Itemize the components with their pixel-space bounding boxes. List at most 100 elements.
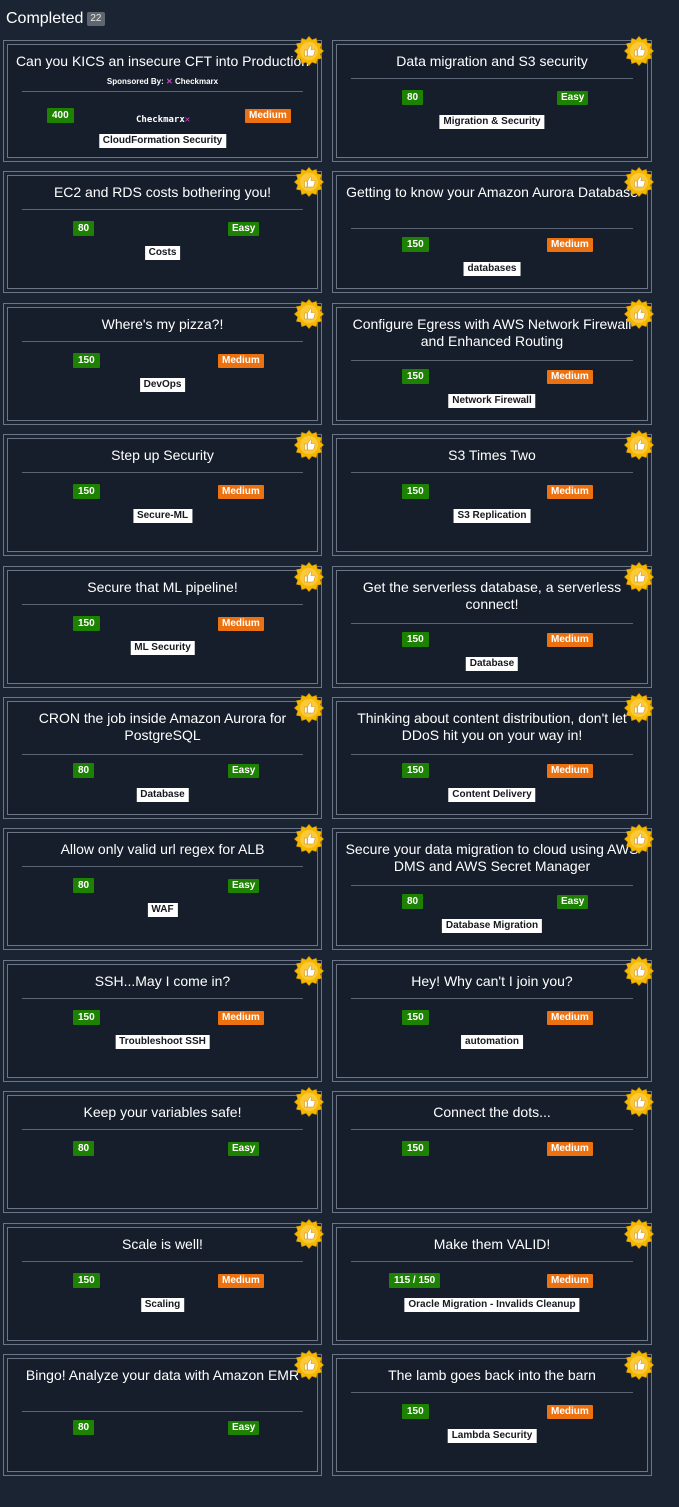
challenge-card[interactable]: Configure Egress with AWS Network Firewa… [332, 298, 654, 425]
challenge-card[interactable]: Getting to know your Amazon Aurora Datab… [332, 167, 654, 294]
challenge-card[interactable]: Make them VALID! 115 / 150 Medium Oracle Mi… [332, 1218, 654, 1345]
challenge-title: Bingo! Analyze your data with Amazon EMR [25, 1366, 300, 1383]
points-badge: 150 [73, 352, 100, 368]
challenge-card[interactable]: Get the serverless database, a serverles… [332, 561, 654, 688]
difficulty-badge: Easy [557, 895, 589, 910]
divider [22, 997, 303, 999]
challenge-title: The lamb goes back into the barn [388, 1366, 596, 1383]
category-tag: Troubleshoot SSH [115, 1034, 210, 1049]
challenge-card[interactable]: Data migration and S3 security 80 Easy Migr… [332, 36, 654, 162]
challenge-card-body: Can you KICS an insecure CFT into Produc… [7, 44, 318, 158]
completed-badge-icon [294, 561, 324, 592]
challenge-card[interactable]: Can you KICS an insecure CFT into Produc… [3, 36, 324, 162]
section-header: Completed 22 [6, 8, 105, 30]
challenge-card-body: The lamb goes back into the barn 150 Mediu… [336, 1357, 648, 1472]
divider [22, 1129, 303, 1131]
difficulty-badge: Medium [245, 109, 291, 123]
difficulty-badge: Easy [228, 222, 260, 237]
points-badge: 80 [73, 221, 95, 237]
difficulty-badge: Medium [547, 369, 593, 384]
challenge-card-body: Keep your variables safe! 80 Easy [7, 1095, 318, 1210]
category-tag: Migration & Security [439, 115, 545, 129]
points-badge: 150 [402, 1403, 429, 1419]
points-badge: 150 [402, 484, 429, 500]
challenge-title: Step up Security [111, 447, 214, 464]
divider [351, 359, 633, 361]
completed-badge-icon [294, 955, 324, 986]
completed-badge-icon [294, 692, 324, 723]
difficulty-badge: Medium [218, 353, 264, 368]
challenge-card-body: Getting to know your Amazon Aurora Datab… [336, 175, 648, 290]
difficulty-badge: Medium [218, 616, 264, 631]
divider [351, 1260, 633, 1262]
challenge-card-body: EC2 and RDS costs bothering you! 80 Easy Co… [7, 175, 318, 290]
challenge-card[interactable]: Secure your data migration to cloud usin… [332, 824, 654, 951]
divider [351, 1129, 633, 1131]
sponsor-logo: Checkmarx✕ [136, 115, 190, 125]
points-badge: 150 [73, 615, 100, 631]
challenge-card-body: Thinking about content distribution, don… [336, 700, 648, 815]
points-badge: 80 [402, 90, 424, 105]
challenge-card[interactable]: S3 Times Two 150 Medium S3 Replication [332, 430, 654, 557]
points-badge: 400 [47, 108, 74, 123]
challenge-card[interactable]: Thinking about content distribution, don… [332, 692, 654, 819]
difficulty-badge: Medium [547, 238, 593, 253]
difficulty-badge: Medium [547, 1273, 593, 1288]
challenge-card[interactable]: EC2 and RDS costs bothering you! 80 Easy Co… [3, 167, 324, 294]
challenge-card[interactable]: The lamb goes back into the barn 150 Mediu… [332, 1349, 654, 1476]
difficulty-badge: Easy [228, 879, 260, 894]
completed-badge-icon [624, 692, 654, 723]
completed-badge-icon [624, 430, 654, 461]
difficulty-badge: Medium [218, 485, 264, 500]
category-tag: Database [136, 787, 189, 802]
completed-badge-icon [624, 1087, 654, 1118]
divider [351, 228, 633, 230]
category-tag: Costs [144, 246, 181, 261]
divider [22, 340, 303, 342]
challenge-card[interactable]: Where's my pizza?! 150 Medium DevOps [3, 298, 324, 425]
challenge-card-body: Where's my pizza?! 150 Medium DevOps [7, 306, 318, 421]
challenge-card-body: Allow only valid url regex for ALB 80 Easy… [7, 832, 318, 947]
challenge-card-body: Step up Security 150 Medium Secure-ML [7, 438, 318, 553]
completed-badge-icon [624, 955, 654, 986]
challenge-card[interactable]: CRON the job inside Amazon Aurora for Po… [3, 692, 324, 819]
difficulty-badge: Medium [547, 1404, 593, 1419]
points-badge: 150 [402, 1141, 429, 1157]
challenge-card[interactable]: Secure that ML pipeline! 150 Medium ML Secu… [3, 561, 324, 688]
challenge-title: Allow only valid url regex for ALB [60, 841, 265, 858]
sponsor-line: Sponsored By: ✕ Checkmarx [8, 77, 317, 86]
challenge-card-body: Data migration and S3 security 80 Easy Migr… [336, 44, 648, 158]
challenge-card-body: Configure Egress with AWS Network Firewa… [336, 306, 648, 421]
challenge-card-body: Get the serverless database, a serverles… [336, 569, 648, 684]
category-tag: WAF [147, 903, 178, 918]
points-badge: 80 [73, 1141, 95, 1157]
challenge-card[interactable]: Step up Security 150 Medium Secure-ML [3, 430, 324, 557]
category-tag: Database [465, 656, 519, 671]
completed-badge-icon [624, 167, 654, 198]
challenge-card-body: Make them VALID! 115 / 150 Medium Oracle Mi… [336, 1226, 648, 1341]
divider [22, 1260, 303, 1262]
challenge-card[interactable]: Keep your variables safe! 80 Easy [3, 1087, 324, 1214]
category-tag: DevOps [139, 377, 186, 392]
difficulty-badge: Medium [547, 763, 593, 778]
challenge-title: Data migration and S3 security [396, 53, 588, 69]
category-tag: Content Delivery [448, 787, 536, 802]
challenge-card[interactable]: Bingo! Analyze your data with Amazon EMR… [3, 1349, 324, 1476]
challenge-card[interactable]: Connect the dots... 150 Medium [332, 1087, 654, 1214]
challenge-card-body: S3 Times Two 150 Medium S3 Replication [336, 438, 648, 553]
difficulty-badge: Medium [547, 632, 593, 647]
challenge-card[interactable]: SSH...May I come in? 150 Medium Troubleshoo… [3, 955, 324, 1082]
difficulty-badge: Easy [228, 763, 260, 778]
completed-badge-icon [294, 430, 324, 461]
challenge-card[interactable]: Hey! Why can't I join you? 150 Medium autom… [332, 955, 654, 1082]
category-tag: Network Firewall [448, 393, 536, 408]
divider [22, 603, 303, 605]
challenge-title: Connect the dots... [433, 1104, 551, 1121]
challenge-title: Configure Egress with AWS Network Firewa… [352, 315, 632, 349]
challenge-card[interactable]: Scale is well! 150 Medium Scaling [3, 1218, 324, 1345]
challenge-title: EC2 and RDS costs bothering you! [53, 184, 272, 201]
challenge-title: Where's my pizza?! [101, 315, 224, 332]
category-tag: CloudFormation Security [98, 134, 227, 148]
challenge-card[interactable]: Allow only valid url regex for ALB 80 Easy… [3, 824, 324, 951]
divider [351, 472, 633, 474]
